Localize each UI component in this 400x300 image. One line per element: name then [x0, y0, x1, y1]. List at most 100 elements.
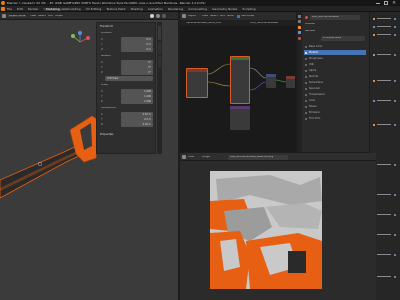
window-title: Blender [...tzeuta/rx_00_MX_...EX_JXDB_G… — [7, 1, 206, 5]
prop-row-sheen[interactable]: Sheen — [304, 104, 366, 109]
tab-texture-paint[interactable]: Texture Paint — [106, 8, 125, 11]
tab-uv-editing[interactable]: UV Editing — [86, 8, 102, 11]
mix-node[interactable] — [230, 106, 250, 130]
sidebar-n-panel: Transform Location X 0 m Y 0 m Z 0 m Rotati… — [96, 22, 156, 154]
scale-x-field[interactable]: 1.000 — [121, 89, 153, 94]
tab-compositing[interactable]: Compositing — [188, 8, 207, 11]
location-z-field[interactable]: 0 m — [121, 47, 153, 52]
tab-shading[interactable]: Shading — [131, 8, 143, 11]
principled-bsdf-node[interactable] — [230, 56, 250, 104]
prop-row-specular[interactable]: Specular — [304, 86, 366, 91]
prop-row-emission[interactable]: Emission — [304, 110, 366, 115]
rotation-y-label: Y — [101, 66, 103, 69]
location-y-field[interactable]: 0 m — [121, 42, 153, 47]
location-x-field[interactable]: 0 m — [121, 37, 153, 42]
prop-row-metallic[interactable]: Metallic — [304, 50, 366, 55]
scale-x-label: X — [101, 90, 103, 93]
dimensions-y-field[interactable]: 0.2 m — [121, 117, 153, 122]
tab-output-icon[interactable] — [298, 20, 301, 23]
transform-panel-header[interactable]: Transform — [100, 25, 113, 28]
sidebar-tab-view[interactable] — [158, 56, 161, 68]
location-header: Location — [101, 32, 112, 34]
3d-viewport[interactable]: Object Mode View Select Add Object Trans… — [0, 12, 178, 300]
maximize-icon[interactable] — [384, 1, 388, 5]
menu-edit[interactable]: Edit — [17, 8, 23, 11]
image-texture-node[interactable] — [186, 68, 208, 98]
image-editor[interactable]: View Image saw_hammerhandsaw_BaseColor.p… — [180, 153, 376, 300]
outliner-item[interactable] — [372, 32, 398, 37]
sidebar-tab-tool[interactable] — [158, 42, 161, 54]
prop-row-roughness[interactable]: Roughness — [304, 56, 366, 61]
prop-row-ior[interactable]: IOR — [304, 62, 366, 67]
outliner-item[interactable] — [372, 98, 398, 103]
surface-section-header[interactable]: Surface — [305, 30, 315, 33]
surface-shader-dropdown[interactable]: Principled BSDF — [321, 36, 365, 41]
outliner-item[interactable] — [372, 16, 398, 21]
rotation-mode-dropdown[interactable]: XYZ Euler — [105, 76, 153, 81]
scale-y-field[interactable]: 1.000 — [121, 94, 153, 99]
blender-logo-icon — [1, 1, 5, 5]
location-x-label: X — [101, 38, 103, 41]
tab-material-icon[interactable] — [298, 37, 301, 40]
dimensions-header: Dimensions — [101, 107, 116, 109]
prop-row-base-color[interactable]: Base Color — [304, 44, 366, 49]
prop-row-normal[interactable]: Normal — [304, 74, 366, 79]
material-output-node[interactable] — [286, 76, 295, 88]
tab-animation[interactable]: Animation — [148, 8, 163, 11]
tab-render-icon[interactable] — [298, 15, 301, 18]
rotation-z-field[interactable]: 0° — [121, 70, 153, 75]
image-editor-type-icon[interactable] — [182, 155, 186, 159]
material-sphere-icon — [305, 16, 308, 19]
tab-scripting[interactable]: Scripting — [242, 8, 255, 11]
normal-map-node[interactable] — [266, 74, 276, 88]
dimensions-z-label: Z — [101, 123, 103, 126]
outliner-item[interactable] — [372, 78, 398, 83]
outliner-item[interactable] — [372, 24, 398, 29]
dimensions-x-label: X — [101, 113, 103, 116]
rotation-x-field[interactable]: 0° — [121, 60, 153, 65]
tab-object-icon[interactable] — [298, 26, 301, 29]
minimize-icon[interactable] — [376, 3, 380, 4]
scale-z-label: Z — [101, 100, 103, 103]
dimensions-z-field[interactable]: 0.02 m — [121, 122, 153, 127]
tab-rendering[interactable]: Rendering — [168, 8, 183, 11]
outliner-item[interactable] — [372, 52, 398, 57]
dimensions-y-label: Y — [101, 118, 103, 121]
tab-sculpting[interactable]: Sculpting — [67, 8, 81, 11]
tab-geometry-nodes[interactable]: Geometry Nodes — [212, 8, 237, 11]
image-editor-header: View Image saw_hammerhandsaw_BaseColor.p… — [180, 153, 376, 161]
rotation-header: Rotation — [101, 55, 112, 57]
close-icon[interactable]: × — [392, 1, 396, 6]
material-name-field[interactable]: saw_hammerhandsaw — [310, 15, 360, 20]
sidebar-tabs — [157, 22, 162, 154]
blender-menu-icon[interactable] — [1, 7, 5, 11]
prop-row-subsurface[interactable]: Subsurface — [304, 80, 366, 85]
sidebar-tab-item[interactable] — [158, 26, 161, 40]
prop-row-alpha[interactable]: Alpha — [304, 68, 366, 73]
menu-render[interactable]: Render — [28, 8, 39, 11]
rotation-z-label: Z — [101, 71, 103, 74]
prop-row-thin-film[interactable]: Thin Film — [304, 116, 366, 121]
prop-row-transmission[interactable]: Transmission — [304, 92, 366, 97]
image-menu-view[interactable]: View — [188, 156, 194, 159]
navigation-gizmo[interactable] — [68, 30, 92, 54]
location-y-label: Y — [101, 43, 103, 46]
outliner-item[interactable] — [372, 122, 398, 127]
scale-y-label: Y — [101, 95, 103, 98]
saw-blade-edge — [0, 146, 88, 191]
properties-panel-header[interactable]: Properties — [100, 133, 114, 136]
tab-modifier-icon[interactable] — [298, 31, 301, 34]
image-name-field[interactable]: saw_hammerhandsaw_BaseColor.png — [228, 154, 288, 160]
rotation-y-field[interactable]: 0° — [121, 65, 153, 70]
dimensions-x-field[interactable]: 0.67 m — [121, 112, 153, 117]
menu-file[interactable]: File — [7, 8, 12, 11]
rotation-x-label: X — [101, 61, 103, 64]
scale-z-field[interactable]: 1.000 — [121, 99, 153, 104]
prop-row-coat[interactable]: Coat — [304, 98, 366, 103]
texture-image — [210, 171, 322, 289]
properties-tabs — [297, 12, 302, 152]
image-menu-image[interactable]: Image — [202, 156, 210, 159]
tab-modeling[interactable]: Modeling — [44, 7, 62, 11]
preview-section-header[interactable]: Preview — [305, 23, 315, 26]
shader-node-editor[interactable]: Object View Select Add Node Use Nodes Ha… — [180, 12, 296, 152]
